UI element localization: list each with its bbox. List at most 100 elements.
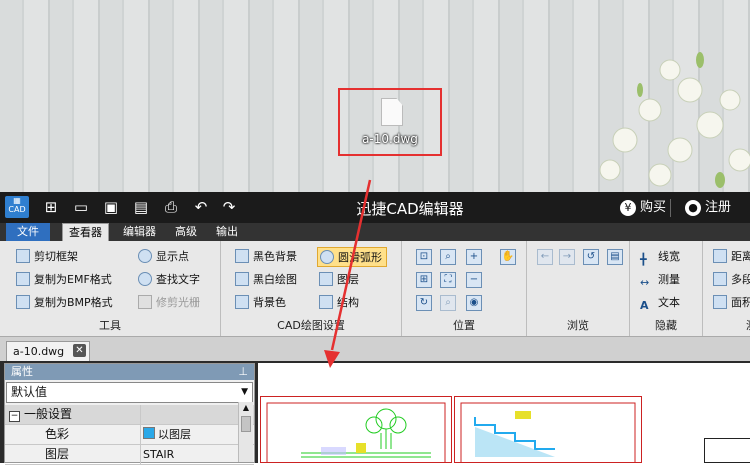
- properties-panel: 属性 ⊥ 默认值 ▼ − 一般设置 色彩 以图层 图层 STAIR ▲: [4, 363, 255, 465]
- find-text-button[interactable]: 查找文字: [138, 270, 200, 290]
- pan-hand-icon[interactable]: ✋: [500, 249, 516, 265]
- fit-icon[interactable]: ⊞: [416, 272, 432, 288]
- open-folder-icon[interactable]: ▭: [71, 198, 91, 216]
- copy-bmp-button[interactable]: 复制为BMP格式: [16, 293, 113, 313]
- zoom-out-icon[interactable]: −: [466, 272, 482, 288]
- document-tab[interactable]: a-10.dwg ✕: [6, 341, 90, 361]
- undo-icon[interactable]: ↶: [191, 198, 211, 216]
- distance-button[interactable]: 距离: [713, 247, 750, 267]
- ribbon-group-tools: 剪切框架 复制为EMF格式 复制为BMP格式 显示点 查找文字 修剪光栅 工具: [0, 241, 221, 336]
- close-icon[interactable]: ✕: [73, 344, 86, 357]
- save-icon[interactable]: ▣: [101, 198, 121, 216]
- drawing-sheet-2: [454, 396, 642, 464]
- property-key: 色彩: [5, 425, 141, 444]
- register-label: 注册: [705, 200, 732, 215]
- properties-scrollbar[interactable]: ▲: [238, 402, 253, 462]
- ribbon-group-measure: 距离 多段 面积 测: [703, 241, 750, 336]
- structure-icon: [319, 295, 333, 309]
- property-row[interactable]: 图层 STAIR: [5, 445, 254, 465]
- register-button[interactable]: ● 注册: [685, 198, 731, 218]
- copy-emf-button[interactable]: 复制为EMF格式: [16, 270, 112, 290]
- copy-emf-label: 复制为EMF格式: [34, 273, 112, 286]
- app-logo-text: CAD: [8, 205, 26, 214]
- text-button[interactable]: A 文本: [640, 293, 680, 313]
- properties-section-label: − 一般设置: [5, 405, 141, 424]
- measure-button[interactable]: ↔ 测量: [640, 270, 680, 290]
- structure-button[interactable]: 结构: [319, 293, 359, 313]
- zoom-window-icon[interactable]: ⊡: [416, 249, 432, 265]
- zoom-extents-icon[interactable]: ⛶: [440, 272, 456, 288]
- property-value: 以图层: [143, 425, 191, 444]
- ribbon-group-hide: ╋ 线宽 ↔ 测量 A 文本 隐藏: [630, 241, 703, 336]
- page-icon[interactable]: ▤: [607, 249, 623, 265]
- line-width-button[interactable]: ╋ 线宽: [640, 247, 680, 267]
- arrow-left-icon[interactable]: ←: [537, 249, 553, 265]
- background-color-button[interactable]: 背景色: [235, 293, 286, 313]
- smooth-arc-label: 圆滑弧形: [338, 251, 382, 264]
- crop-icon: [16, 249, 30, 263]
- collapse-icon[interactable]: −: [9, 411, 20, 422]
- drawing-preview-2: [460, 402, 636, 464]
- layers-icon: [319, 272, 333, 286]
- black-background-button[interactable]: 黑色背景: [235, 247, 297, 267]
- zoom-select-icon[interactable]: ⌕: [440, 249, 456, 265]
- tab-editor[interactable]: 编辑器: [117, 223, 162, 241]
- layers-button[interactable]: 图层: [319, 270, 359, 290]
- zoom-options-icon[interactable]: ◉: [466, 295, 482, 311]
- redo-icon[interactable]: ↷: [219, 198, 239, 216]
- flower-decoration: [599, 52, 750, 188]
- pin-icon[interactable]: ⊥: [238, 364, 248, 380]
- tab-advanced[interactable]: 高级: [169, 223, 203, 241]
- scroll-up-icon[interactable]: ▲: [239, 402, 253, 414]
- ribbon-group-label: 测: [746, 317, 750, 333]
- drawing-canvas[interactable]: [258, 363, 750, 464]
- new-file-icon[interactable]: ⊞: [41, 198, 61, 216]
- zoom-in-icon[interactable]: +: [466, 249, 482, 265]
- chevron-down-icon: ▼: [241, 387, 248, 397]
- scrollbar-thumb[interactable]: [241, 416, 251, 432]
- property-key: 图层: [5, 445, 141, 464]
- user-icon: ●: [685, 200, 701, 216]
- arrow-right-icon[interactable]: →: [559, 249, 575, 265]
- area-label: 面积: [731, 296, 750, 309]
- zoom-previous-icon[interactable]: ⌕: [440, 295, 456, 311]
- print-icon[interactable]: ⎙: [161, 198, 181, 216]
- refresh-icon[interactable]: ↺: [583, 249, 599, 265]
- section-name: 一般设置: [24, 407, 73, 421]
- rotate-icon[interactable]: ↻: [416, 295, 432, 311]
- tab-output[interactable]: 输出: [210, 223, 244, 241]
- polyline-button[interactable]: 多段: [713, 270, 750, 290]
- properties-select[interactable]: 默认值 ▼: [6, 382, 253, 403]
- buy-button[interactable]: ¥ 购买: [620, 198, 666, 218]
- find-text-label: 查找文字: [156, 273, 200, 286]
- desktop-file-icon[interactable]: a-10.dwg: [338, 88, 442, 156]
- structure-label: 结构: [337, 296, 359, 309]
- crop-frame-button[interactable]: 剪切框架: [16, 247, 78, 267]
- ribbon-group-position: ⊡ ⌕ + ✋ ⊞ ⛶ − ↻ ⌕ ◉ 位置: [402, 241, 527, 336]
- properties-section[interactable]: − 一般设置: [5, 405, 254, 425]
- yen-icon: ¥: [620, 200, 636, 216]
- show-points-button[interactable]: 显示点: [138, 247, 189, 267]
- find-text-icon: [138, 272, 152, 286]
- text-label: 文本: [658, 296, 680, 309]
- drawing-sheet-3: [704, 438, 750, 463]
- trim-raster-icon: [138, 295, 152, 309]
- save-as-icon[interactable]: ▤: [131, 198, 151, 216]
- trim-raster-button[interactable]: 修剪光栅: [138, 293, 200, 313]
- app-logo: ▦ CAD: [5, 196, 29, 218]
- emf-icon: [16, 272, 30, 286]
- area-button[interactable]: 面积: [713, 293, 750, 313]
- tab-viewer[interactable]: 查看器: [62, 223, 109, 241]
- black-background-icon: [235, 249, 249, 263]
- color-swatch: [143, 427, 155, 439]
- polyline-label: 多段: [731, 273, 750, 286]
- black-white-drawing-button[interactable]: 黑白绘图: [235, 270, 297, 290]
- properties-select-value: 默认值: [11, 385, 48, 399]
- property-row[interactable]: 色彩 以图层: [5, 425, 254, 445]
- ribbon-group-browse: ← → ↺ ▤ 浏览: [527, 241, 630, 336]
- tab-file[interactable]: 文件: [6, 223, 50, 241]
- smooth-arc-button[interactable]: 圆滑弧形: [317, 247, 387, 267]
- black-white-drawing-label: 黑白绘图: [253, 273, 297, 286]
- line-width-label: 线宽: [658, 250, 680, 263]
- crop-frame-label: 剪切框架: [34, 250, 78, 263]
